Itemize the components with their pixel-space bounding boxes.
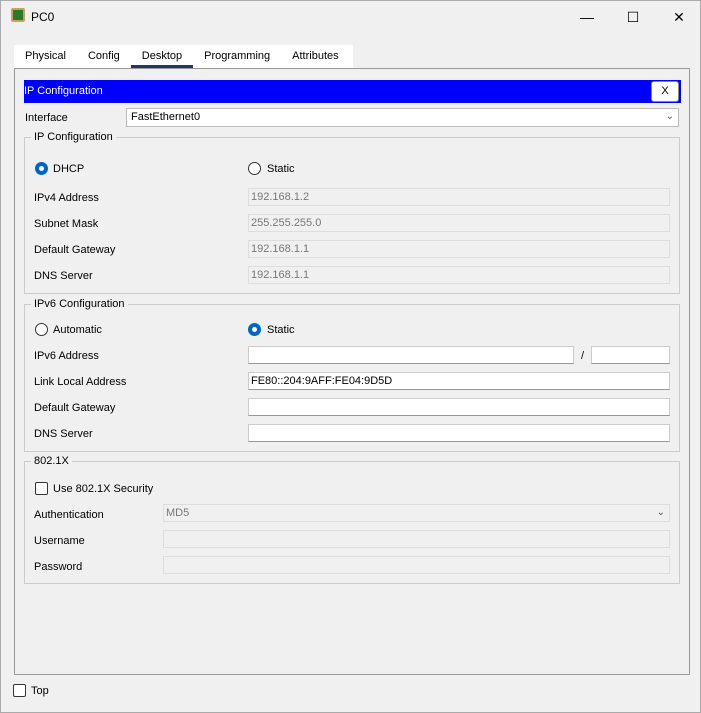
- ipv6-address-field[interactable]: [248, 346, 574, 364]
- chevron-down-icon: ⌄: [665, 111, 674, 122]
- ipv4-group-label: IP Configuration: [31, 131, 116, 143]
- prefix-slash: /: [581, 350, 585, 362]
- top-label: Top: [31, 685, 49, 697]
- ipv6-gateway-field[interactable]: [248, 398, 670, 416]
- tab-attributes[interactable]: Attributes: [281, 45, 349, 68]
- static-label: Static: [267, 163, 295, 175]
- tab-config[interactable]: Config: [77, 45, 131, 68]
- tab-desktop[interactable]: Desktop: [130, 45, 194, 68]
- authentication-select[interactable]: MD5 ⌄: [163, 504, 670, 522]
- interface-label: Interface: [25, 112, 68, 124]
- subnet-mask-label: Subnet Mask: [34, 218, 99, 230]
- ipv6-static-label: Static: [267, 324, 295, 336]
- ip-config-header: IP Configuration: [24, 80, 681, 103]
- chevron-down-icon: ⌄: [656, 507, 665, 518]
- ipv4-address-label: IPv4 Address: [34, 192, 99, 204]
- link-local-label: Link Local Address: [34, 376, 127, 388]
- automatic-label: Automatic: [53, 324, 102, 336]
- close-ip-config-button[interactable]: X: [651, 81, 679, 102]
- ipv6-dns-label: DNS Server: [34, 428, 93, 440]
- default-gateway-field[interactable]: 192.168.1.1: [248, 240, 670, 258]
- password-label: Password: [34, 561, 83, 573]
- dhcp-label: DHCP: [53, 163, 85, 175]
- default-gateway-label: Default Gateway: [34, 244, 116, 256]
- ipv4-group: IP Configuration DHCP Static IPv4 Addres…: [24, 131, 680, 294]
- interface-select[interactable]: FastEthernet0 ⌄: [126, 108, 679, 127]
- window-title: PC0: [31, 10, 55, 24]
- authentication-value: MD5: [166, 507, 190, 519]
- dot1x-group: 802.1X Use 802.1X Security Authenticatio…: [24, 455, 680, 584]
- maximize-button[interactable]: ☐: [610, 1, 656, 33]
- authentication-label: Authentication: [34, 509, 104, 521]
- tab-bar: Physical Config Desktop Programming Attr…: [14, 45, 353, 68]
- subnet-mask-field[interactable]: 255.255.255.0: [248, 214, 670, 232]
- dot1x-group-label: 802.1X: [31, 455, 72, 467]
- username-label: Username: [34, 535, 85, 547]
- window: PC0 — ☐ ✕ Physical Config Desktop Progra…: [0, 0, 701, 713]
- ipv6-static-radio[interactable]: [248, 323, 261, 336]
- ipv6-group: IPv6 Configuration Automatic Static IPv6…: [24, 298, 680, 452]
- app-icon: [11, 8, 25, 22]
- interface-value: FastEthernet0: [131, 111, 201, 123]
- link-local-field[interactable]: FE80::204:9AFF:FE04:9D5D: [248, 372, 670, 390]
- ipv6-gateway-label: Default Gateway: [34, 402, 116, 414]
- dns-server-field[interactable]: 192.168.1.1: [248, 266, 670, 284]
- tab-programming[interactable]: Programming: [193, 45, 281, 68]
- ipv6-group-label: IPv6 Configuration: [31, 298, 128, 310]
- static-radio[interactable]: [248, 162, 261, 175]
- ipv6-dns-field[interactable]: [248, 424, 670, 442]
- password-field[interactable]: [163, 556, 670, 574]
- close-button[interactable]: ✕: [656, 1, 701, 33]
- ipv6-prefix-field[interactable]: [591, 346, 670, 364]
- ipv4-address-field[interactable]: 192.168.1.2: [248, 188, 670, 206]
- top-checkbox[interactable]: [13, 684, 26, 697]
- ipv6-address-label: IPv6 Address: [34, 350, 99, 362]
- tab-physical[interactable]: Physical: [14, 45, 77, 68]
- automatic-radio[interactable]: [35, 323, 48, 336]
- dns-server-label: DNS Server: [34, 270, 93, 282]
- username-field[interactable]: [163, 530, 670, 548]
- minimize-button[interactable]: —: [564, 1, 610, 33]
- use-8021x-checkbox[interactable]: [35, 482, 48, 495]
- use-8021x-label: Use 802.1X Security: [53, 483, 154, 495]
- dhcp-radio[interactable]: [35, 162, 48, 175]
